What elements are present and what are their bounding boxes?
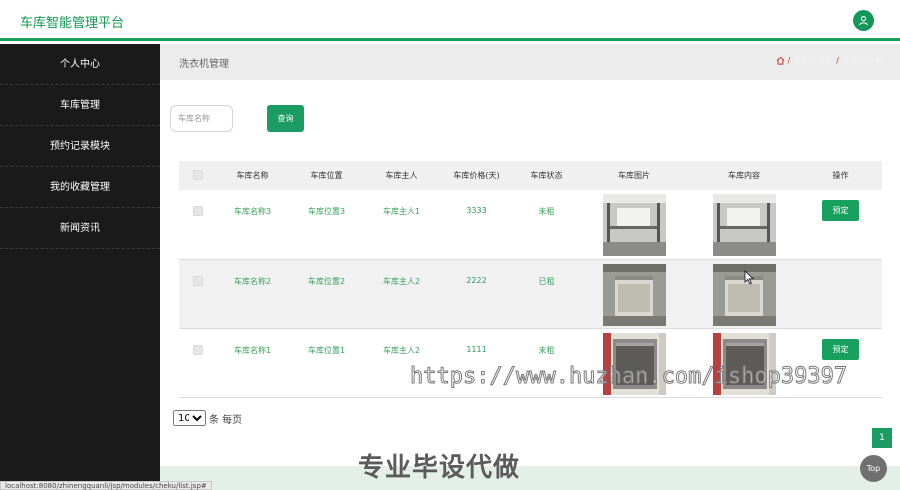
- search-input[interactable]: [170, 105, 233, 132]
- column-header: 车库主人: [385, 171, 418, 180]
- current-page-button[interactable]: 1: [872, 428, 892, 448]
- main-content: 洗衣机管理 / 洗衣机管理 / 洗衣机列表 查询 车库名称 车库位置 车: [160, 44, 900, 490]
- column-header: 车库状态: [530, 171, 563, 180]
- breadcrumb-item-manage[interactable]: 洗衣机管理: [793, 55, 833, 66]
- breadcrumb-bar: 洗衣机管理 / 洗衣机管理 / 洗衣机列表: [160, 44, 900, 80]
- table-header-row: 车库名称 车库位置 车库主人 车库价格(天) 车库状态 车库图片 车库内容 操作: [179, 161, 882, 190]
- garage-owner: 车库主人2: [382, 276, 421, 286]
- garage-name[interactable]: 车库名称2: [216, 259, 289, 328]
- app-title: 车库智能管理平台: [20, 16, 125, 31]
- column-header: 车库位置: [310, 171, 343, 180]
- breadcrumb-separator: /: [836, 56, 839, 65]
- column-header: 车库价格(天): [453, 171, 500, 180]
- book-button[interactable]: 预定: [822, 338, 859, 360]
- garage-name[interactable]: 车库名称1: [216, 328, 289, 397]
- page-size-suffix: 条 每页: [209, 414, 243, 426]
- watermark-url: https://www.huzhan.com/ishop39397: [409, 364, 848, 390]
- breadcrumb: / 洗衣机管理 / 洗衣机列表: [776, 55, 882, 66]
- garage-location: 车库位置2: [307, 276, 346, 286]
- footer-band: [160, 466, 900, 490]
- sidebar: 个人中心 车库管理 预约记录模块 我的收藏管理 新闻资讯: [0, 44, 160, 490]
- garage-image: [602, 263, 666, 326]
- select-all-checkbox[interactable]: [192, 169, 203, 180]
- row-checkbox[interactable]: [192, 344, 203, 355]
- garage-location: 车库位置1: [307, 345, 346, 355]
- garage-content-image: [712, 194, 776, 256]
- query-button[interactable]: 查询: [267, 105, 304, 132]
- garage-location: 车库位置3: [307, 207, 346, 216]
- garage-price: 3333: [466, 206, 487, 215]
- garage-image-cell: [579, 259, 689, 328]
- user-glyph: [859, 16, 868, 26]
- garage-price: 2222: [466, 275, 487, 285]
- page-size-select[interactable]: 10: [173, 410, 206, 426]
- breadcrumb-item-list[interactable]: 洗衣机列表: [842, 55, 882, 66]
- garage-table: 车库名称 车库位置 车库主人 车库价格(天) 车库状态 车库图片 车库内容 操作…: [179, 161, 882, 398]
- table-row: 车库名称3 车库位置3 车库主人1 3333 未租 预定: [179, 190, 882, 259]
- row-select-cell: [179, 259, 216, 328]
- home-icon[interactable]: [776, 56, 785, 65]
- select-all-cell: [179, 161, 216, 190]
- garage-image: [602, 194, 666, 256]
- garage-owner: 车库主人1: [382, 207, 421, 216]
- sidebar-item-profile[interactable]: 个人中心: [0, 44, 160, 85]
- top-header: 车库智能管理平台: [0, 0, 900, 41]
- back-to-top-button[interactable]: Top: [860, 455, 887, 482]
- action-cell: [799, 259, 882, 328]
- garage-content-cell: [689, 190, 799, 259]
- row-select-cell: [179, 190, 216, 259]
- mouse-cursor-icon: [744, 270, 754, 285]
- sidebar-item-news[interactable]: 新闻资讯: [0, 208, 160, 249]
- table-row: 车库名称2 车库位置2 车库主人2 2222 已租: [179, 259, 882, 328]
- row-checkbox[interactable]: [192, 206, 203, 216]
- sidebar-item-reservations[interactable]: 预约记录模块: [0, 126, 160, 167]
- sidebar-item-garage[interactable]: 车库管理: [0, 85, 160, 126]
- sidebar-item-favorites[interactable]: 我的收藏管理: [0, 167, 160, 208]
- book-button[interactable]: 预定: [822, 200, 859, 221]
- garage-name[interactable]: 车库名称3: [216, 190, 289, 259]
- column-header: 车库内容: [728, 171, 760, 180]
- page-size-control: 10 条 每页: [173, 410, 242, 426]
- column-header: 车库图片: [618, 171, 650, 180]
- watermark-text: 专业毕设代做: [358, 453, 521, 483]
- column-header: 操作: [832, 171, 849, 180]
- garage-status: 已租: [538, 276, 555, 286]
- breadcrumb-separator: /: [787, 56, 791, 65]
- action-cell: 预定: [799, 190, 882, 259]
- user-icon[interactable]: [853, 10, 874, 31]
- column-header: 车库名称: [236, 171, 269, 180]
- garage-status: 未租: [538, 207, 555, 216]
- page-title: 洗衣机管理: [179, 59, 229, 70]
- status-bar-url: localhost:8080/zhinengquanli/jsp/modules…: [0, 481, 212, 490]
- row-select-cell: [179, 328, 216, 397]
- row-checkbox[interactable]: [192, 275, 203, 286]
- garage-image-cell: [579, 190, 689, 259]
